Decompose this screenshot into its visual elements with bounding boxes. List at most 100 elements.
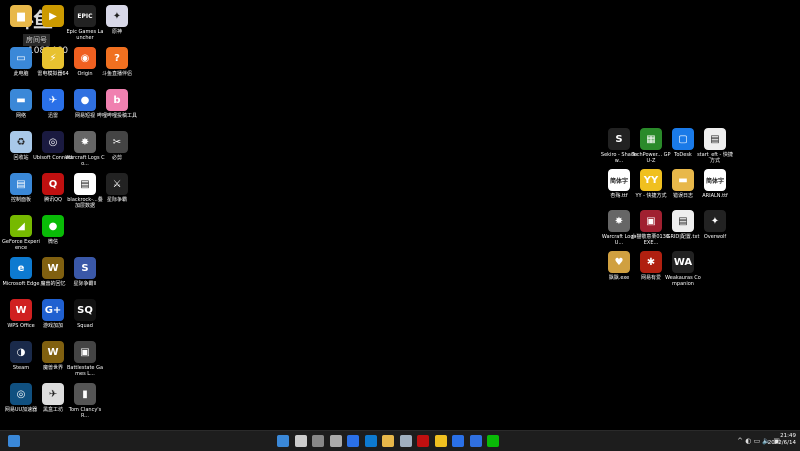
app-icon: ⚔ <box>106 173 128 195</box>
app-icon: ✸ <box>608 210 630 232</box>
taskbar-app-icon[interactable] <box>469 435 482 447</box>
desktop-icon[interactable]: ▦ TechPower... GPU-Z <box>631 128 671 164</box>
icon-glyph: ▶ <box>49 10 57 22</box>
app-icon: ◎ <box>10 383 32 405</box>
icon-label: 必剪 <box>111 155 122 161</box>
icon-glyph: ♥ <box>614 256 624 268</box>
icon-glyph: ◎ <box>48 136 58 148</box>
app-icon: ♻ <box>10 131 32 153</box>
app-icon: b <box>106 89 128 111</box>
icon-label: 星际争霸 <box>106 197 127 203</box>
app-icon: ▭ <box>10 47 32 69</box>
desktop-icon[interactable]: ✦ 原神 <box>101 5 133 35</box>
desktop-icon[interactable]: ⚔ 星际争霸 <box>101 173 133 203</box>
app-icon: ▆ <box>10 5 32 27</box>
app-icon: ▤ <box>704 128 726 150</box>
app-icon: ▦ <box>640 128 662 150</box>
desktop-icon[interactable]: ? 斗鱼直播伴侣 <box>101 47 133 77</box>
desktop-icon[interactable]: ▮ Tom Clancy's R... <box>69 383 101 419</box>
taskbar-clock[interactable]: 21:49 2022/6/14 <box>768 433 796 447</box>
desktop: 斗鱼 房间号 1082460 ▆▶EPICEpic Games Launcher… <box>0 0 800 430</box>
app-icon: W <box>42 341 64 363</box>
taskbar-app-icon[interactable] <box>417 435 429 447</box>
desktop-icon[interactable]: ▣ 小猫敬意栗0130.EXE... <box>631 210 671 246</box>
desktop-icon[interactable]: ✂ 必剪 <box>101 131 133 161</box>
desktop-icon[interactable]: 简体字 ARIALN.ttf <box>699 169 731 199</box>
desktop-icon[interactable]: S 星际争霸II <box>69 257 101 287</box>
desktop-icon[interactable]: ✦ Overwolf <box>699 210 731 240</box>
app-icon: ▤ <box>10 173 32 195</box>
app-icon: 简体字 <box>704 169 726 191</box>
icon-glyph: YY <box>643 174 659 186</box>
desktop-icon[interactable]: ▆ <box>5 5 37 29</box>
icon-glyph: ▤ <box>710 133 720 145</box>
icon-label: ARIALN.ttf <box>702 193 728 199</box>
icon-glyph: ▣ <box>80 346 90 358</box>
desktop-icon[interactable]: ✸ Warcraft Logs Co... <box>65 131 105 167</box>
icon-glyph: ▤ <box>16 178 26 190</box>
taskbar-app-icon[interactable] <box>277 435 289 447</box>
app-icon: e <box>10 257 32 279</box>
icon-glyph: ✸ <box>614 215 624 227</box>
app-icon: ✂ <box>106 131 128 153</box>
icon-glyph: Q <box>48 178 58 190</box>
desktop-icon[interactable]: ▶ <box>37 5 69 29</box>
desktop-icon[interactable]: ● 微信 <box>37 215 69 245</box>
icon-glyph: W <box>47 346 59 358</box>
icon-glyph: 简体字 <box>705 177 724 185</box>
app-icon: SQ <box>74 299 96 321</box>
taskbar-app-icon[interactable] <box>329 435 342 447</box>
app-icon: W <box>10 299 32 321</box>
app-icon: ✦ <box>106 5 128 27</box>
icon-label: 原神 <box>111 29 122 35</box>
clock-date: 2022/6/14 <box>767 440 796 446</box>
desktop-icon[interactable]: b 哔哩哔哩投稿工具 <box>97 89 137 119</box>
icon-glyph: S <box>615 133 623 145</box>
desktop-icon[interactable]: ▣ Battlestate Games L... <box>67 341 103 377</box>
desktop-icon[interactable]: ▤ blackrock-...叠加层数据 <box>67 173 103 209</box>
icon-label: 星际争霸II <box>73 281 97 287</box>
app-icon: ▮ <box>74 383 96 405</box>
icon-glyph: 简体字 <box>609 177 628 185</box>
icon-label: start_eft - 快捷方式 <box>697 152 733 164</box>
app-icon: ◑ <box>10 341 32 363</box>
clock-time: 21:49 <box>780 433 796 439</box>
desktop-icon[interactable]: SQ Squad <box>69 299 101 329</box>
taskbar-app-icon[interactable] <box>382 435 394 447</box>
taskbar-app-icon[interactable] <box>312 435 324 447</box>
app-icon: ✦ <box>704 210 726 232</box>
icon-glyph: ● <box>48 220 58 232</box>
app-icon: ? <box>106 47 128 69</box>
icon-label: Weakauras Companion <box>665 275 701 287</box>
icon-glyph: ▬ <box>16 94 26 106</box>
icon-glyph: ⚡ <box>49 52 57 64</box>
icon-glyph: ▤ <box>80 178 90 190</box>
app-icon: ✈ <box>42 383 64 405</box>
desktop-icon[interactable]: ◢ GeForce Experience <box>2 215 40 251</box>
icon-glyph: W <box>47 262 59 274</box>
icon-glyph: ▬ <box>678 174 688 186</box>
icon-label: 哔哩哔哩投稿工具 <box>97 113 138 119</box>
icon-glyph: b <box>113 94 121 106</box>
taskbar-app-icon[interactable] <box>347 435 359 447</box>
taskbar-app-icon[interactable] <box>364 435 377 447</box>
start-icon[interactable] <box>8 435 20 447</box>
desktop-icon[interactable]: ▤ start_eft - 快捷方式 <box>697 128 733 164</box>
taskbar-app-icon[interactable] <box>452 435 464 447</box>
taskbar-app-icon[interactable] <box>294 435 307 447</box>
taskbar-app-icon[interactable] <box>487 435 499 447</box>
app-icon: EPIC <box>74 5 96 27</box>
desktop-icon[interactable]: EPIC Epic Games Launcher <box>67 5 104 41</box>
icon-glyph: ▆ <box>17 10 25 22</box>
icon-glyph: ♻ <box>16 136 26 148</box>
icon-glyph: ◉ <box>80 52 90 64</box>
icon-glyph: ◢ <box>17 220 25 232</box>
taskbar: ^ ◐ ▭ 🔈 ▣ 21:49 2022/6/14 <box>0 430 800 451</box>
taskbar-app-icon[interactable] <box>399 435 412 447</box>
app-icon: S <box>74 257 96 279</box>
icon-glyph: ? <box>114 52 120 64</box>
app-icon: ♥ <box>608 251 630 273</box>
taskbar-app-icon[interactable] <box>434 435 447 447</box>
desktop-icon[interactable]: WA Weakauras Companion <box>665 251 701 287</box>
app-icon: ✈ <box>42 89 64 111</box>
